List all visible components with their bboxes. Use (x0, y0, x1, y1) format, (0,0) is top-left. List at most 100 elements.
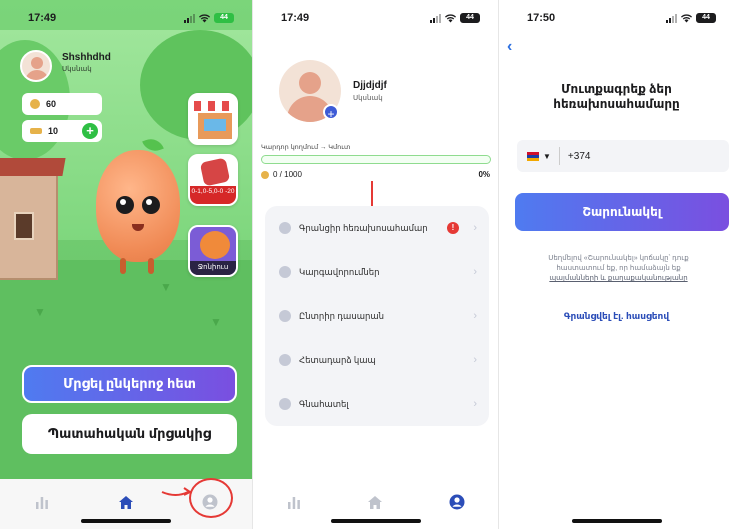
predictions-label: 0-1,0-5,0-0 -20 (190, 186, 236, 204)
country-code[interactable]: +374 (568, 151, 591, 162)
chat-icon (279, 354, 291, 366)
menu-item-label: Հետադարձ կապ (299, 354, 376, 365)
continue-button[interactable]: Շարունակել (515, 193, 729, 231)
mascot-leg (148, 258, 154, 274)
menu-item-label: Գրանցիր հեռախոսահամար (299, 222, 428, 233)
graduation-cap-icon (279, 310, 291, 322)
gear-icon (279, 266, 291, 278)
random-opponent-button[interactable]: Պատահական մրցակից (22, 414, 237, 454)
club-label: Ջոնիուս (190, 261, 236, 275)
back-icon[interactable]: ‹ (507, 38, 512, 56)
settings-menu: Գրանցիր հեռախոսահամար ! › Կարգավորումներ… (265, 206, 489, 426)
menu-item-feedback[interactable]: Հետադարձ կապ › (265, 338, 489, 382)
progress-percent: 0% (478, 170, 490, 179)
terms-line: Սեղմելով «Շարունակել» կոճակը՝ դուք (548, 255, 689, 262)
coin-icon (30, 99, 40, 109)
level-progress-bar (261, 155, 491, 164)
peach-mascot (96, 135, 180, 262)
email-register-link[interactable]: Գրանցվել էլ. հասցեով (499, 311, 734, 322)
club-button[interactable]: Ջոնիուս (188, 225, 238, 277)
shop-icon (194, 101, 236, 111)
key-icon (30, 128, 42, 134)
battery-icon: 44 (696, 13, 716, 23)
add-keys-button[interactable]: + (82, 123, 98, 139)
keys-counter: 10 + (22, 120, 102, 142)
menu-item-rate[interactable]: Գնահատել › (265, 382, 489, 426)
status-bar: 17:49 44 (253, 0, 498, 36)
status-bar: 17:50 44 (499, 0, 734, 36)
phone-number-field[interactable]: ▼ +374 (517, 140, 729, 172)
club-mascot-icon (200, 231, 230, 259)
terms-line: հաստատում եք, որ համաձայն եք (556, 265, 681, 272)
battery-icon: 44 (460, 13, 480, 23)
coins-value: 60 (46, 99, 57, 109)
grass-decoration: ▼ (34, 305, 46, 319)
signal-icon (184, 13, 195, 23)
menu-item-register-phone[interactable]: Գրանցիր հեռախոսահամար ! › (265, 206, 489, 250)
coins-counter: 60 (22, 93, 102, 115)
profile-icon[interactable] (446, 491, 468, 513)
menu-item-settings[interactable]: Կարգավորումներ › (265, 250, 489, 294)
phone-entry-screen: 17:50 44 ‹ Մուտքագրեք ձեր հեռախոսահամարը… (498, 0, 734, 529)
chevron-right-icon: › (473, 398, 477, 410)
home-icon[interactable] (115, 491, 137, 513)
play-with-friend-button[interactable]: Մրցել ընկերոջ հետ (22, 365, 237, 403)
game-home-screen: ▼ ▼ ▼ 17:49 44 Shshhdhd Սկսնակ 60 10 + 0… (0, 0, 252, 529)
star-icon (279, 398, 291, 410)
avatar[interactable] (20, 50, 52, 82)
chevron-right-icon: › (473, 266, 477, 278)
grass-decoration: ▼ (210, 315, 222, 329)
menu-item-label: Գնահատել (299, 398, 349, 409)
profile-screen: 17:49 44 + Djjdjdjf Սկսնակ Կարդոր կողմու… (252, 0, 498, 529)
home-indicator (571, 519, 662, 523)
signal-icon (666, 13, 677, 23)
user-name: Shshhdhd (62, 52, 111, 63)
house-decoration (0, 158, 66, 280)
coin-icon (261, 170, 269, 179)
level-progress-label: Կարդոր կողմում → Կմուտ (261, 144, 351, 151)
points-value: 0 / 1000 (273, 170, 302, 179)
edit-avatar-button[interactable]: + (323, 104, 339, 121)
status-bar: 17:49 44 (0, 0, 252, 36)
menu-item-choose-class[interactable]: Ընտրիր դասարան › (265, 294, 489, 338)
phone-icon (279, 222, 291, 234)
chevron-right-icon: › (473, 354, 477, 366)
user-role: Սկսնակ (62, 66, 92, 73)
home-icon[interactable] (364, 491, 386, 513)
menu-item-label: Ընտրիր դասարան (299, 310, 385, 321)
grass-decoration: ▼ (160, 280, 172, 294)
points-counter: 0 / 1000 (261, 170, 302, 179)
user-role: Սկսնակ (353, 95, 383, 102)
alert-badge: ! (447, 222, 459, 234)
home-indicator (330, 519, 421, 523)
predictions-button[interactable]: 0-1,0-5,0-0 -20 (188, 154, 238, 206)
wifi-icon (445, 13, 456, 22)
chevron-right-icon: › (473, 222, 477, 234)
hand-icon (199, 157, 231, 187)
wifi-icon (681, 13, 692, 22)
shop-button[interactable] (188, 93, 238, 145)
status-time: 17:49 (281, 12, 310, 24)
stats-icon[interactable] (31, 491, 53, 513)
status-time: 17:50 (527, 12, 556, 24)
armenia-flag-icon[interactable] (527, 151, 539, 161)
home-indicator (81, 519, 171, 523)
signal-icon (430, 13, 441, 23)
page-title: Մուտքագրեք ձեր հեռախոսահամարը (499, 82, 734, 112)
mascot-leg (120, 258, 126, 274)
keys-value: 10 (48, 126, 59, 136)
stats-icon[interactable] (283, 491, 305, 513)
chevron-right-icon: › (473, 310, 477, 322)
terms-text: Սեղմելով «Շարունակել» կոճակը՝ դուք հաստա… (523, 254, 714, 284)
battery-icon: 44 (214, 13, 234, 23)
wifi-icon (199, 13, 210, 22)
annotation-circle (189, 478, 233, 518)
chevron-down-icon[interactable]: ▼ (543, 152, 551, 161)
user-name: Djjdjdjf (353, 80, 387, 91)
terms-link[interactable]: պայմանների և քաղաքականությանը (549, 275, 687, 282)
status-time: 17:49 (28, 12, 57, 24)
divider (558, 147, 560, 165)
title-line: Մուտքագրեք ձեր (561, 82, 672, 96)
title-line: հեռախոսահամարը (553, 97, 680, 111)
menu-item-label: Կարգավորումներ (299, 266, 380, 277)
